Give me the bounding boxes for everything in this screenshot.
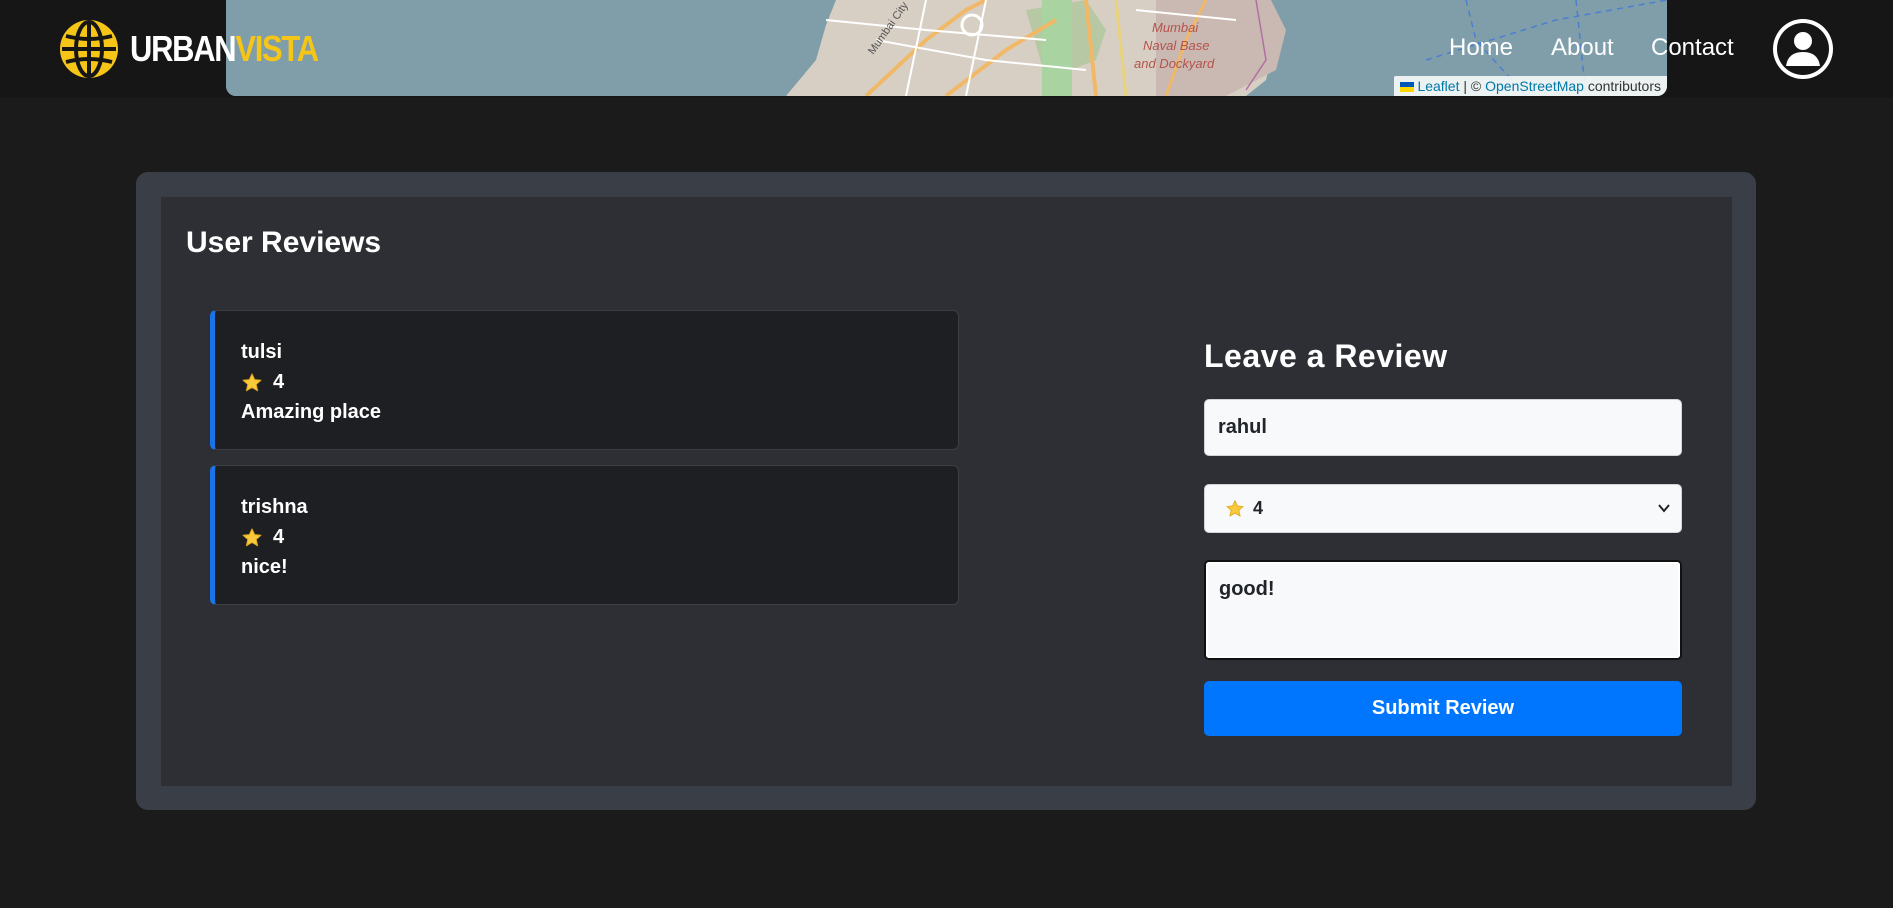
star-icon (1226, 499, 1244, 516)
profile-button[interactable] (1773, 19, 1833, 79)
review-text: nice! (241, 556, 288, 578)
user-avatar-icon (1777, 23, 1829, 75)
logo[interactable]: URBANVISTA (60, 20, 348, 78)
review-author: tulsi (241, 341, 283, 363)
brand-word-vista: VISTA (235, 28, 319, 69)
attribution-suffix: contributors (1583, 78, 1661, 94)
map-label: Naval Base (1143, 38, 1210, 53)
map-label: Mumbai (1152, 20, 1199, 35)
user-reviews-title: User Reviews (186, 226, 382, 259)
openstreetmap-link[interactable]: OpenStreetMap (1485, 78, 1584, 94)
review-card: trishna 4 nice! (210, 465, 959, 605)
star-icon (242, 372, 262, 391)
review-text: Amazing place (241, 401, 382, 423)
map-label: and Dockyard (1134, 56, 1215, 71)
nav-home-link[interactable]: Home (1449, 34, 1513, 62)
map-attribution: Leaflet | © OpenStreetMap contributors (1394, 76, 1667, 96)
globe-icon (60, 20, 118, 78)
leave-review-title: Leave a Review (1204, 338, 1448, 374)
brand-name: URBANVISTA (130, 28, 319, 70)
review-rating: 4 (241, 371, 284, 394)
brand-word-urban: URBAN (130, 28, 237, 69)
review-rating-value: 4 (273, 526, 285, 548)
nav-about-link[interactable]: About (1551, 34, 1614, 62)
name-input[interactable]: rahul (1204, 399, 1682, 456)
submit-review-button[interactable]: Submit Review (1204, 681, 1682, 736)
rating-select[interactable]: 4 (1204, 484, 1682, 533)
attribution-separator: | © (1459, 78, 1486, 94)
review-card: tulsi 4 Amazing place (210, 310, 959, 450)
review-textarea[interactable]: good! (1204, 560, 1682, 660)
leaflet-link[interactable]: Leaflet (1417, 78, 1459, 94)
star-icon (242, 527, 262, 546)
ukraine-flag-icon (1400, 82, 1415, 92)
chevron-down-icon (1658, 504, 1670, 513)
review-author: trishna (241, 496, 308, 518)
nav-contact-link[interactable]: Contact (1651, 34, 1734, 62)
review-rating-value: 4 (273, 371, 285, 393)
review-rating: 4 (241, 526, 284, 549)
rating-select-value: 4 (1253, 498, 1264, 518)
